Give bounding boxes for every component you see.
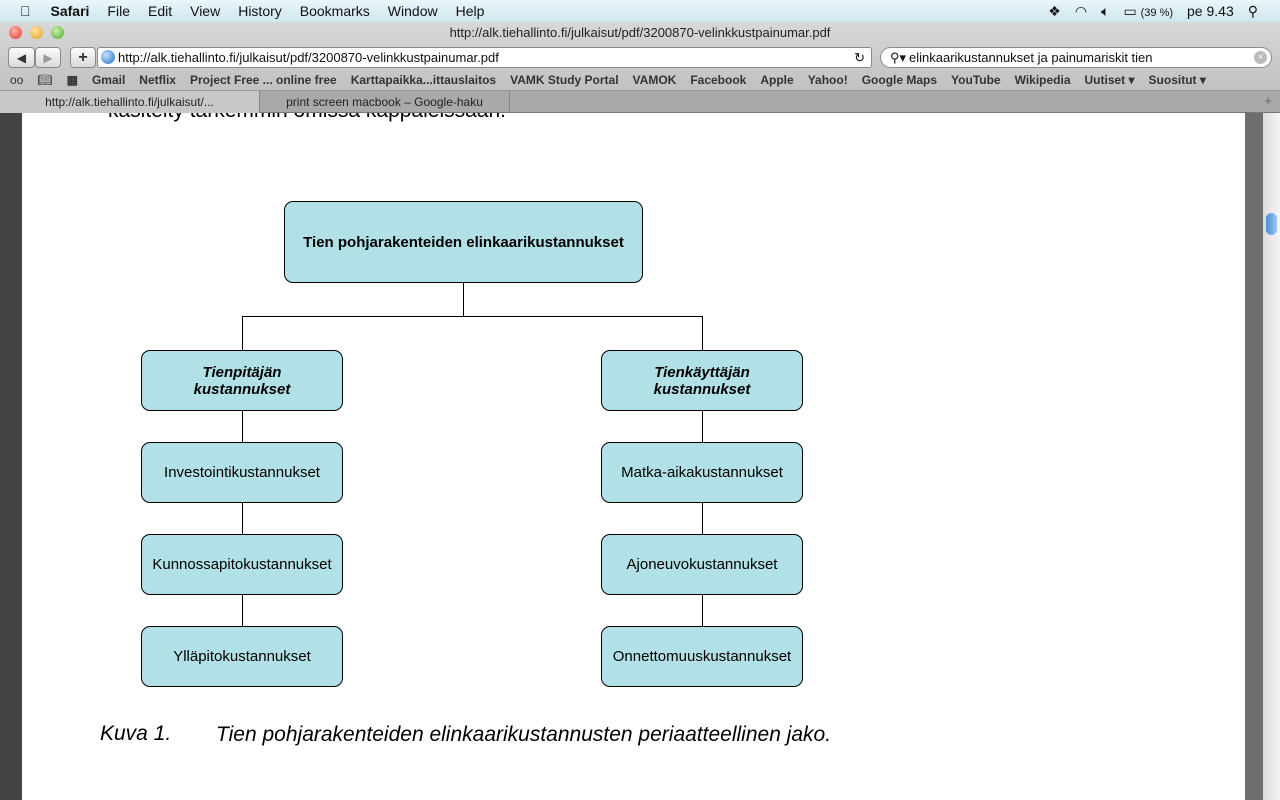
- menu-edit[interactable]: Edit: [148, 3, 172, 19]
- search-field[interactable]: ⚲▾ elinkaarikustannukset ja painumariski…: [880, 47, 1272, 68]
- zoom-button[interactable]: [51, 26, 64, 39]
- bookmark-google-maps[interactable]: Google Maps: [862, 73, 937, 87]
- bookmark-gmail[interactable]: Gmail: [92, 73, 125, 87]
- menu-window[interactable]: Window: [388, 3, 438, 19]
- diagram-left-item: Ylläpitokustannukset: [141, 626, 343, 687]
- clear-search-icon[interactable]: ×: [1254, 51, 1267, 64]
- diagram-right-item: Ajoneuvokustannukset: [601, 534, 803, 595]
- spotlight-icon[interactable]: ⚲: [1248, 3, 1258, 20]
- menu-bar:  Safari File Edit View History Bookmark…: [0, 0, 1280, 22]
- diagram-root: Tien pohjarakenteiden elinkaarikustannuk…: [284, 201, 643, 283]
- forward-button[interactable]: ▶: [35, 47, 61, 68]
- url-text: http://alk.tiehallinto.fi/julkaisut/pdf/…: [118, 50, 499, 65]
- pdf-page: käsitelty tarkemmin omissa kappaleissaan…: [22, 113, 1245, 800]
- menu-file[interactable]: File: [107, 3, 130, 19]
- menu-history[interactable]: History: [238, 3, 282, 19]
- diagram-right-item: Matka-aikakustannukset: [601, 442, 803, 503]
- bookmarks-book-icon[interactable]: 📖︎: [37, 73, 52, 87]
- bookmark-karttapaikka[interactable]: Karttapaikka...ittauslaitos: [351, 73, 496, 87]
- bookmark-youtube[interactable]: YouTube: [951, 73, 1001, 87]
- volume-icon[interactable]: 🔈︎: [1101, 3, 1109, 20]
- diagram-right-item: Onnettomuuskustannukset: [601, 626, 803, 687]
- address-bar[interactable]: http://alk.tiehallinto.fi/julkaisut/pdf/…: [97, 47, 872, 68]
- diagram-left-item: Kunnossapitokustannukset: [141, 534, 343, 595]
- menu-help[interactable]: Help: [456, 3, 485, 19]
- bookmark-facebook[interactable]: Facebook: [690, 73, 746, 87]
- tab-pdf[interactable]: http://alk.tiehallinto.fi/julkaisut/...: [0, 91, 260, 113]
- close-button[interactable]: [9, 26, 22, 39]
- bookmark-project-free[interactable]: Project Free ... online free: [190, 73, 337, 87]
- bookmarks-bar: oo 📖︎ ▦ Gmail Netflix Project Free ... o…: [0, 70, 1280, 91]
- vertical-scrollbar[interactable]: [1263, 113, 1280, 800]
- menu-bookmarks[interactable]: Bookmarks: [300, 3, 370, 19]
- reload-icon[interactable]: ↻: [854, 48, 865, 67]
- content-area: käsitelty tarkemmin omissa kappaleissaan…: [0, 113, 1280, 800]
- caption-label: Kuva 1.: [100, 722, 172, 745]
- clock[interactable]: pe 9.43: [1187, 3, 1234, 19]
- bookmark-vamok[interactable]: VAMOK: [633, 73, 677, 87]
- reading-list-icon[interactable]: oo: [10, 73, 23, 87]
- bookmark-uutiset[interactable]: Uutiset ▾: [1085, 73, 1135, 87]
- scrollbar-thumb[interactable]: [1266, 213, 1277, 235]
- menu-safari[interactable]: Safari: [51, 3, 90, 19]
- diagram-left-title: Tienpitäjän kustannukset: [141, 350, 343, 411]
- top-sites-icon[interactable]: ▦: [67, 73, 78, 87]
- wifi-icon[interactable]: ◠: [1075, 3, 1087, 20]
- minimize-button[interactable]: [30, 26, 43, 39]
- caption-text: Tien pohjarakenteiden elinkaarikustannus…: [216, 723, 832, 746]
- browser-chrome: http://alk.tiehallinto.fi/julkaisut/pdf/…: [0, 22, 1280, 113]
- bookmark-netflix[interactable]: Netflix: [139, 73, 176, 87]
- bookmark-yahoo[interactable]: Yahoo!: [808, 73, 848, 87]
- dropbox-icon[interactable]: ❖: [1048, 3, 1061, 20]
- bookmark-vamk[interactable]: VAMK Study Portal: [510, 73, 618, 87]
- window-title: http://alk.tiehallinto.fi/julkaisut/pdf/…: [449, 25, 831, 40]
- battery-icon[interactable]: ▭ (39 %): [1123, 3, 1173, 20]
- tab-google[interactable]: print screen macbook – Google-haku: [260, 91, 510, 113]
- add-bookmark-button[interactable]: +: [70, 47, 96, 68]
- globe-icon: [101, 50, 115, 64]
- search-icon: ⚲▾: [890, 50, 907, 65]
- menu-view[interactable]: View: [190, 3, 220, 19]
- back-button[interactable]: ◀: [8, 47, 35, 68]
- apple-icon[interactable]: : [20, 3, 31, 19]
- diagram-left-item: Investointikustannukset: [141, 442, 343, 503]
- diagram-right-title: Tienkäyttäjän kustannukset: [601, 350, 803, 411]
- new-tab-button[interactable]: +: [1264, 93, 1272, 108]
- body-text: käsitelty tarkemmin omissa kappaleissaan…: [108, 113, 506, 123]
- search-text: elinkaarikustannukset ja painumariskit t…: [909, 50, 1153, 65]
- tab-bar: http://alk.tiehallinto.fi/julkaisut/... …: [0, 91, 1280, 113]
- bookmark-suositut[interactable]: Suositut ▾: [1149, 73, 1206, 87]
- battery-percent: (39 %): [1140, 6, 1174, 19]
- bookmark-wikipedia[interactable]: Wikipedia: [1015, 73, 1071, 87]
- bookmark-apple[interactable]: Apple: [760, 73, 793, 87]
